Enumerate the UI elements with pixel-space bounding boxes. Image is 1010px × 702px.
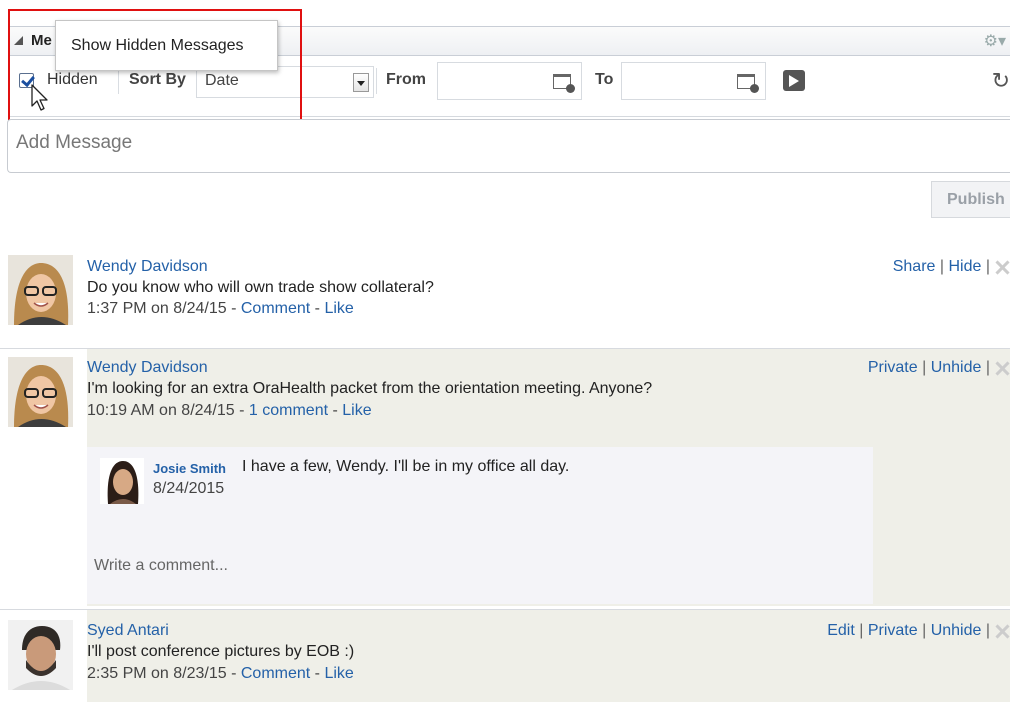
calendar-icon[interactable] — [737, 74, 759, 93]
message-item: Wendy Davidson Do you know who will own … — [0, 247, 1010, 347]
close-icon[interactable] — [994, 259, 1010, 275]
avatar[interactable] — [8, 357, 73, 427]
toolbar-divider — [376, 68, 377, 94]
message-meta: 1:37 PM on 8/24/15 - Comment - Like — [87, 300, 354, 317]
share-link[interactable]: Share — [893, 258, 936, 275]
from-label: From — [386, 71, 426, 88]
add-message-field[interactable] — [7, 119, 1010, 173]
message-item: Syed Antari I'll post conference picture… — [0, 609, 1010, 702]
comment-link[interactable]: Comment — [241, 665, 310, 682]
message-time: 1:37 PM on 8/24/15 - — [87, 300, 241, 317]
hide-link[interactable]: Hide — [948, 258, 981, 275]
edit-link[interactable]: Edit — [827, 622, 855, 639]
close-icon[interactable] — [994, 360, 1010, 376]
like-link[interactable]: Like — [342, 402, 371, 419]
message-actions: Share | Hide | — [892, 258, 990, 275]
message-meta: 2:35 PM on 8/23/15 - Comment - Like — [87, 665, 354, 682]
unhide-link[interactable]: Unhide — [931, 359, 982, 376]
write-comment-input[interactable]: Write a comment... — [94, 557, 228, 575]
message-author[interactable]: Wendy Davidson — [87, 359, 208, 377]
highlight-box — [8, 9, 302, 131]
message-actions: Private | Unhide | — [867, 359, 990, 376]
to-label: To — [595, 71, 614, 88]
like-link[interactable]: Like — [324, 300, 353, 317]
message-text: Do you know who will own trade show coll… — [87, 279, 434, 296]
to-date-input[interactable] — [621, 62, 766, 100]
message-time: 2:35 PM on 8/23/15 - — [87, 665, 241, 682]
private-link[interactable]: Private — [868, 622, 918, 639]
reply-date: 8/24/2015 — [153, 480, 225, 497]
private-link[interactable]: Private — [868, 359, 918, 376]
avatar[interactable] — [100, 458, 144, 504]
message-actions: Edit | Private | Unhide | — [827, 622, 990, 639]
refresh-icon[interactable]: ↻ — [992, 68, 1010, 94]
calendar-icon[interactable] — [553, 74, 575, 93]
message-author[interactable]: Wendy Davidson — [87, 258, 208, 276]
add-message-input[interactable] — [16, 132, 916, 154]
publish-button[interactable]: Publish — [931, 181, 1010, 218]
from-date-input[interactable] — [437, 62, 582, 100]
message-time: 10:19 AM on 8/24/15 - — [87, 402, 249, 419]
mouse-pointer-icon — [31, 84, 48, 111]
reply-author[interactable]: Josie Smith — [153, 461, 226, 476]
comment-link[interactable]: Comment — [241, 300, 310, 317]
message-meta: 10:19 AM on 8/24/15 - 1 comment - Like — [87, 402, 372, 419]
close-icon[interactable] — [994, 623, 1010, 639]
chevron-down-icon[interactable] — [353, 73, 369, 92]
message-text: I'm looking for an extra OraHealth packe… — [87, 380, 653, 397]
like-link[interactable]: Like — [324, 665, 353, 682]
unhide-link[interactable]: Unhide — [931, 622, 982, 639]
message-text: I'll post conference pictures by EOB :) — [87, 643, 355, 660]
avatar[interactable] — [8, 255, 73, 325]
comment-link[interactable]: 1 comment — [249, 402, 328, 419]
gear-icon[interactable]: ⚙▾ — [984, 31, 1006, 51]
reply-text: I have a few, Wendy. I'll be in my offic… — [242, 458, 570, 475]
avatar[interactable] — [8, 620, 73, 690]
message-author[interactable]: Syed Antari — [87, 622, 169, 640]
arrow-right-icon[interactable] — [783, 70, 805, 91]
